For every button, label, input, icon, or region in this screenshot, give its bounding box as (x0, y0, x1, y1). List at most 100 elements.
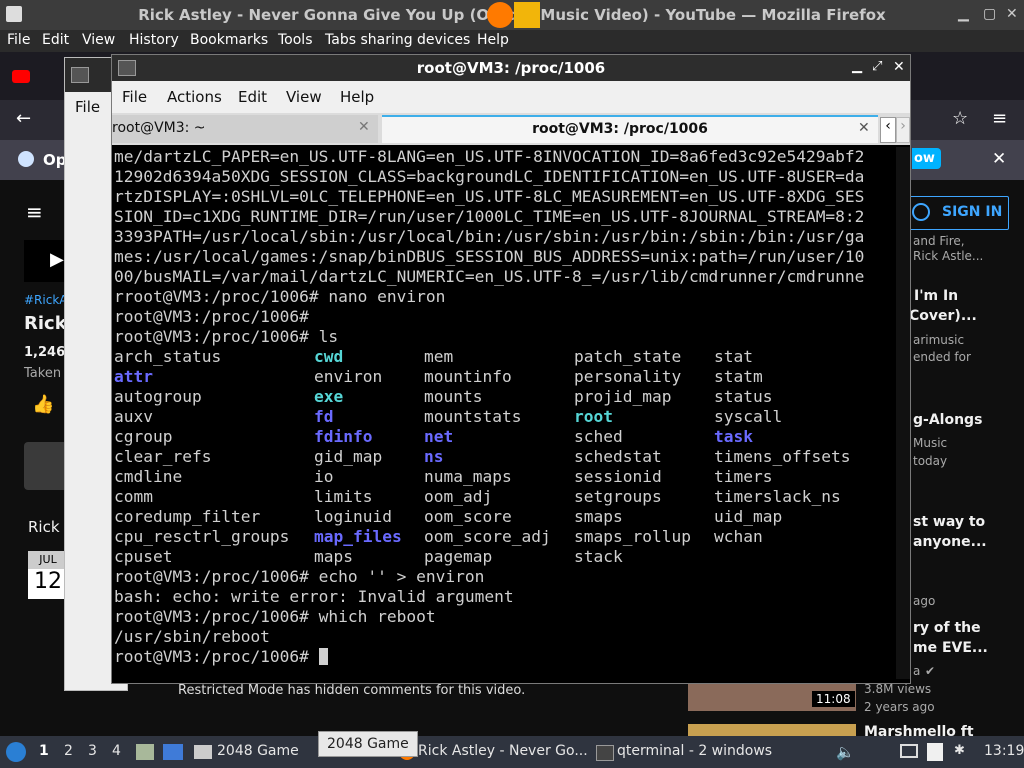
terminal-menu-actions[interactable]: Actions (167, 88, 222, 106)
ls-entry: cgroup (114, 427, 173, 446)
ls-entry: pagemap (424, 547, 493, 566)
rec-7-thumbnail[interactable] (688, 724, 856, 736)
terminal-line: root@VM3:/proc/1006# ls (114, 327, 339, 346)
clipboard-icon[interactable] (927, 743, 943, 761)
menu-bookmarks[interactable]: Bookmarks (190, 32, 268, 48)
tab-close-icon[interactable]: ✕ (858, 120, 870, 136)
menu-view[interactable]: View (82, 32, 115, 48)
workspace-1[interactable]: 1 (39, 743, 49, 759)
display-icon[interactable] (900, 744, 918, 758)
terminal-tab-home[interactable]: root@VM3: ~ ✕ (112, 115, 378, 143)
terminal-title: root@VM3: /proc/1006 (416, 59, 606, 77)
tab-scroll-left-icon[interactable]: ‹ (880, 117, 896, 143)
terminal-scrollbar[interactable] (896, 147, 910, 679)
ls-entry: task (714, 427, 753, 446)
rec-5-title-1[interactable]: ry of the (913, 620, 981, 636)
rec-6-duration: 11:08 (812, 691, 855, 707)
ls-row: arch_status cwd mem patch_state stat (114, 347, 894, 367)
ls-row: cpu_resctrl_groups map_files oom_score_adj… (114, 527, 894, 547)
sign-in-label: SIGN IN (942, 204, 1003, 220)
taskbar-item-firefox[interactable]: Rick Astley - Never Go... (418, 743, 588, 759)
sign-in-button[interactable]: SIGN IN (903, 196, 1009, 230)
ls-entry: timerslack_ns (714, 487, 841, 506)
menu-help[interactable]: Help (477, 32, 509, 48)
video-hashtag[interactable]: #RickA (24, 293, 67, 307)
rec-3-meta-1: Music (913, 436, 948, 450)
ls-entry: oom_score_adj (424, 527, 551, 546)
terminal-menu-edit[interactable]: Edit (238, 88, 267, 106)
youtube-tab-icon[interactable] (12, 70, 30, 83)
terminal-menu-file[interactable]: File (122, 88, 147, 106)
ls-entry: fdinfo (314, 427, 373, 446)
ls-entry: ns (424, 447, 444, 466)
menu-history[interactable]: History (129, 32, 179, 48)
terminal-tab-label: root@VM3: /proc/1006 (532, 121, 708, 137)
rec-5-title-2[interactable]: me EVE... (913, 640, 988, 656)
file-manager-icon[interactable] (136, 744, 154, 760)
ls-entry: maps (314, 547, 353, 566)
ls-entry: wchan (714, 527, 763, 546)
rec-3-title[interactable]: g-Alongs (913, 412, 982, 428)
ls-entry: sched (574, 427, 623, 446)
yt-menu-icon[interactable]: ≡ (26, 200, 43, 224)
terminal-line: 12902d6394a50XDG_SESSION_CLASS=backgroun… (114, 167, 865, 186)
terminal-minimize-icon[interactable]: ▁ (852, 59, 862, 74)
maximize-icon[interactable]: ▢ (983, 6, 996, 22)
ls-entry: fd (314, 407, 334, 426)
rec-4-title-1[interactable]: st way to (913, 514, 985, 530)
notification-button[interactable]: ow (912, 148, 941, 169)
menu-tabs-sharing[interactable]: Tabs sharing devices (325, 32, 470, 48)
hamburger-menu-icon[interactable]: ≡ (992, 108, 1007, 129)
info-icon (18, 151, 34, 167)
ls-entry: patch_state (574, 347, 682, 366)
menu-edit[interactable]: Edit (42, 32, 69, 48)
like-icon[interactable]: 👍 (32, 394, 54, 415)
ls-entry: sessionid (574, 467, 662, 486)
date-day: 12 (34, 569, 62, 594)
terminal-tab-proc[interactable]: root@VM3: /proc/1006 ✕ (382, 115, 878, 143)
close-icon[interactable]: ✕ (1006, 6, 1018, 22)
show-desktop-icon[interactable] (163, 744, 183, 760)
env-output: me/dartzLC_PAPER=en_US.UTF-8LANG=en_US.U… (114, 147, 894, 347)
video-player-thumb[interactable]: ▶ (24, 240, 66, 282)
menu-file[interactable]: File (7, 32, 30, 48)
menu-tools[interactable]: Tools (278, 32, 313, 48)
terminal-menu-view[interactable]: View (286, 88, 322, 106)
video-title: Rick (24, 313, 67, 334)
command-output: root@VM3:/proc/1006# echo '' > environ ba… (114, 567, 894, 667)
terminal-line: rtzDISPLAY=:0SHLVL=0LC_TELEPHONE=en_US.U… (114, 187, 865, 206)
ls-entry: auxv (114, 407, 153, 426)
back-icon[interactable]: ← (16, 108, 31, 129)
workspace-4[interactable]: 4 (112, 743, 121, 759)
terminal-close-icon[interactable]: ✕ (893, 59, 905, 75)
terminal-menu-help[interactable]: Help (340, 88, 374, 106)
terminal-restore-icon[interactable]: ⤢ (872, 59, 882, 74)
ls-entry: mem (424, 347, 454, 366)
bookmark-star-icon[interactable]: ☆ (952, 108, 968, 129)
terminal-output[interactable]: me/dartzLC_PAPER=en_US.UTF-8LANG=en_US.U… (114, 147, 894, 679)
ls-entry: coredump_filter (114, 507, 261, 526)
terminal-line-text: /usr/sbin/reboot (114, 627, 270, 646)
tab-scroll-right-icon[interactable]: › (896, 117, 910, 143)
ls-entry: mounts (424, 387, 483, 406)
ls-entry: oom_adj (424, 487, 493, 506)
notification-close-icon[interactable]: ✕ (992, 149, 1006, 169)
rec-2-title-2[interactable]: Cover)... (909, 308, 977, 324)
ls-entry: environ (314, 367, 383, 386)
minimize-icon[interactable]: ▁ (958, 6, 969, 22)
workspace-2[interactable]: 2 (64, 743, 73, 759)
terminal-window: root@VM3: /proc/1006 ▁ ⤢ ✕ File Actions … (111, 54, 911, 684)
taskbar-item-qterminal[interactable]: qterminal - 2 windows (617, 743, 772, 759)
workspace-3[interactable]: 3 (88, 743, 97, 759)
ls-entry: map_files (314, 527, 402, 546)
microphone-sharing-icon[interactable] (514, 2, 540, 28)
volume-icon[interactable]: 🔈 (836, 743, 855, 761)
tab-close-icon[interactable]: ✕ (358, 119, 370, 135)
start-menu-icon[interactable] (6, 742, 26, 762)
taskbar-item-2048[interactable]: 2048 Game (217, 743, 299, 759)
bluetooth-icon[interactable]: ✱ (954, 743, 965, 758)
back-window-menu-file[interactable]: File (75, 98, 100, 116)
rec-4-title-2[interactable]: anyone... (913, 534, 987, 550)
rec-2-title-1[interactable]: I'm In (914, 288, 958, 304)
taskbar-2048-icon (194, 745, 212, 759)
